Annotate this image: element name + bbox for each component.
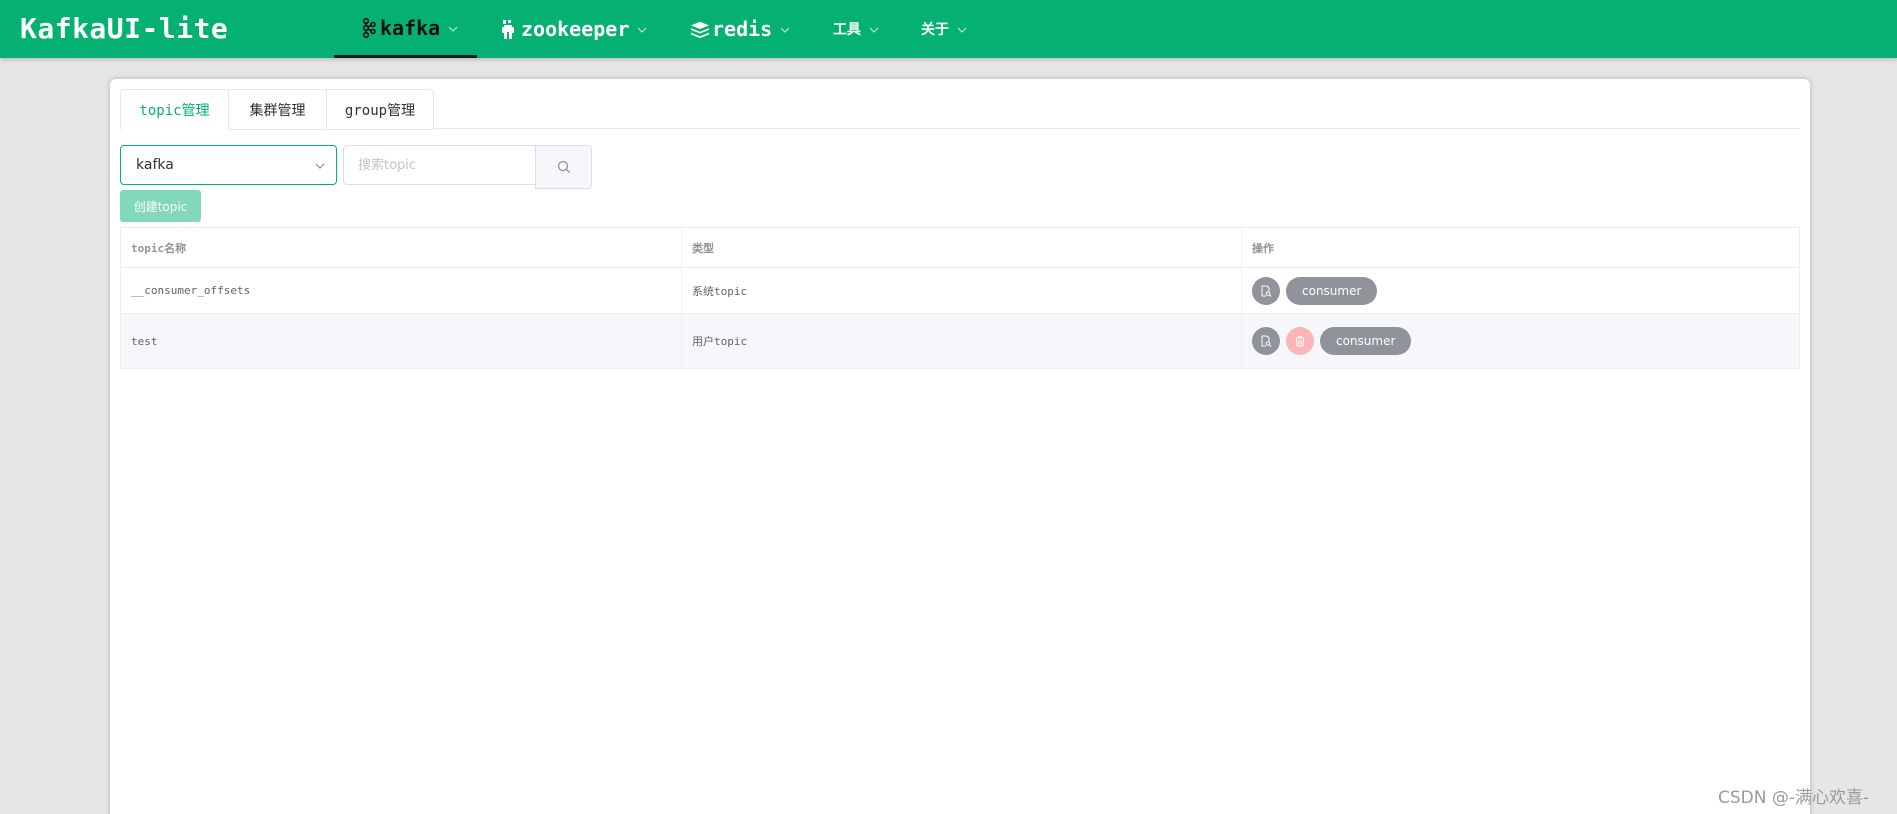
- table-row: __consumer_offsets 系统topic consumer: [121, 268, 1799, 314]
- nav-item-label: kafka: [380, 15, 441, 40]
- tab-group-management[interactable]: group管理: [327, 89, 434, 130]
- cluster-select-value: kafka: [136, 157, 174, 173]
- column-header-topic-name: topic名称: [121, 228, 682, 267]
- delete-topic-button[interactable]: [1286, 327, 1314, 355]
- chevron-down-icon: [315, 163, 325, 169]
- consumer-button[interactable]: consumer: [1320, 327, 1412, 355]
- nav-item-label: redis: [712, 17, 773, 41]
- nav-item-label: 工具: [833, 22, 861, 38]
- cluster-select[interactable]: kafka: [120, 145, 337, 185]
- actions-cell: consumer: [1242, 314, 1799, 368]
- nav-item-about[interactable]: 关于: [921, 0, 968, 58]
- topic-type-cell: 用户topic: [682, 314, 1242, 368]
- document-search-icon: [1261, 335, 1272, 347]
- topic-type-cell: 系统topic: [682, 268, 1242, 313]
- topic-name-cell: test: [121, 314, 682, 368]
- zookeeper-icon: [502, 20, 514, 39]
- search-topic-input[interactable]: [343, 145, 535, 185]
- nav-item-zookeeper[interactable]: zookeeper: [499, 0, 648, 58]
- column-header-actions: 操作: [1252, 241, 1274, 255]
- nav-item-label: zookeeper: [521, 17, 630, 41]
- actions-cell: consumer: [1242, 268, 1799, 313]
- tab-bar: topic管理 集群管理 group管理: [120, 89, 1800, 130]
- redis-icon: [690, 21, 710, 39]
- top-navbar: KafkaUI-lite kafka zookeeper redis 工具 关于: [0, 0, 1897, 58]
- chevron-down-icon: [780, 27, 790, 33]
- nav-item-label: 关于: [921, 22, 949, 38]
- nav-item-redis[interactable]: redis: [690, 0, 791, 58]
- trash-icon: [1295, 336, 1305, 347]
- chevron-down-icon: [637, 27, 647, 33]
- chevron-down-icon: [869, 27, 879, 33]
- table-header-row: topic名称 类型 操作: [121, 228, 1799, 268]
- chevron-down-icon: [957, 27, 967, 33]
- nav-item-kafka[interactable]: kafka: [334, 0, 477, 58]
- topic-table: topic名称 类型 操作 __consumer_offsets 系统topic…: [120, 227, 1800, 369]
- kafka-icon: [362, 17, 376, 38]
- search-icon: [557, 160, 570, 173]
- watermark: CSDN @-满心欢喜-: [1718, 788, 1870, 808]
- column-header-type: 类型: [682, 228, 1242, 267]
- app-title: KafkaUI-lite: [20, 12, 229, 45]
- view-topic-button[interactable]: [1252, 327, 1280, 355]
- consumer-button[interactable]: consumer: [1286, 276, 1378, 305]
- main-card: topic管理 集群管理 group管理 kafka 创建topic topic…: [110, 79, 1810, 814]
- table-row: test 用户topic consumer: [121, 314, 1799, 369]
- view-topic-button[interactable]: [1252, 276, 1280, 305]
- search-button[interactable]: [535, 145, 592, 189]
- tab-topic-management[interactable]: topic管理: [120, 89, 229, 130]
- topic-name-cell: __consumer_offsets: [121, 268, 682, 313]
- create-topic-button[interactable]: 创建topic: [120, 190, 201, 222]
- chevron-down-icon: [448, 26, 458, 32]
- nav-item-tools[interactable]: 工具: [833, 0, 880, 58]
- tab-cluster-management[interactable]: 集群管理: [229, 89, 327, 130]
- document-search-icon: [1261, 285, 1272, 297]
